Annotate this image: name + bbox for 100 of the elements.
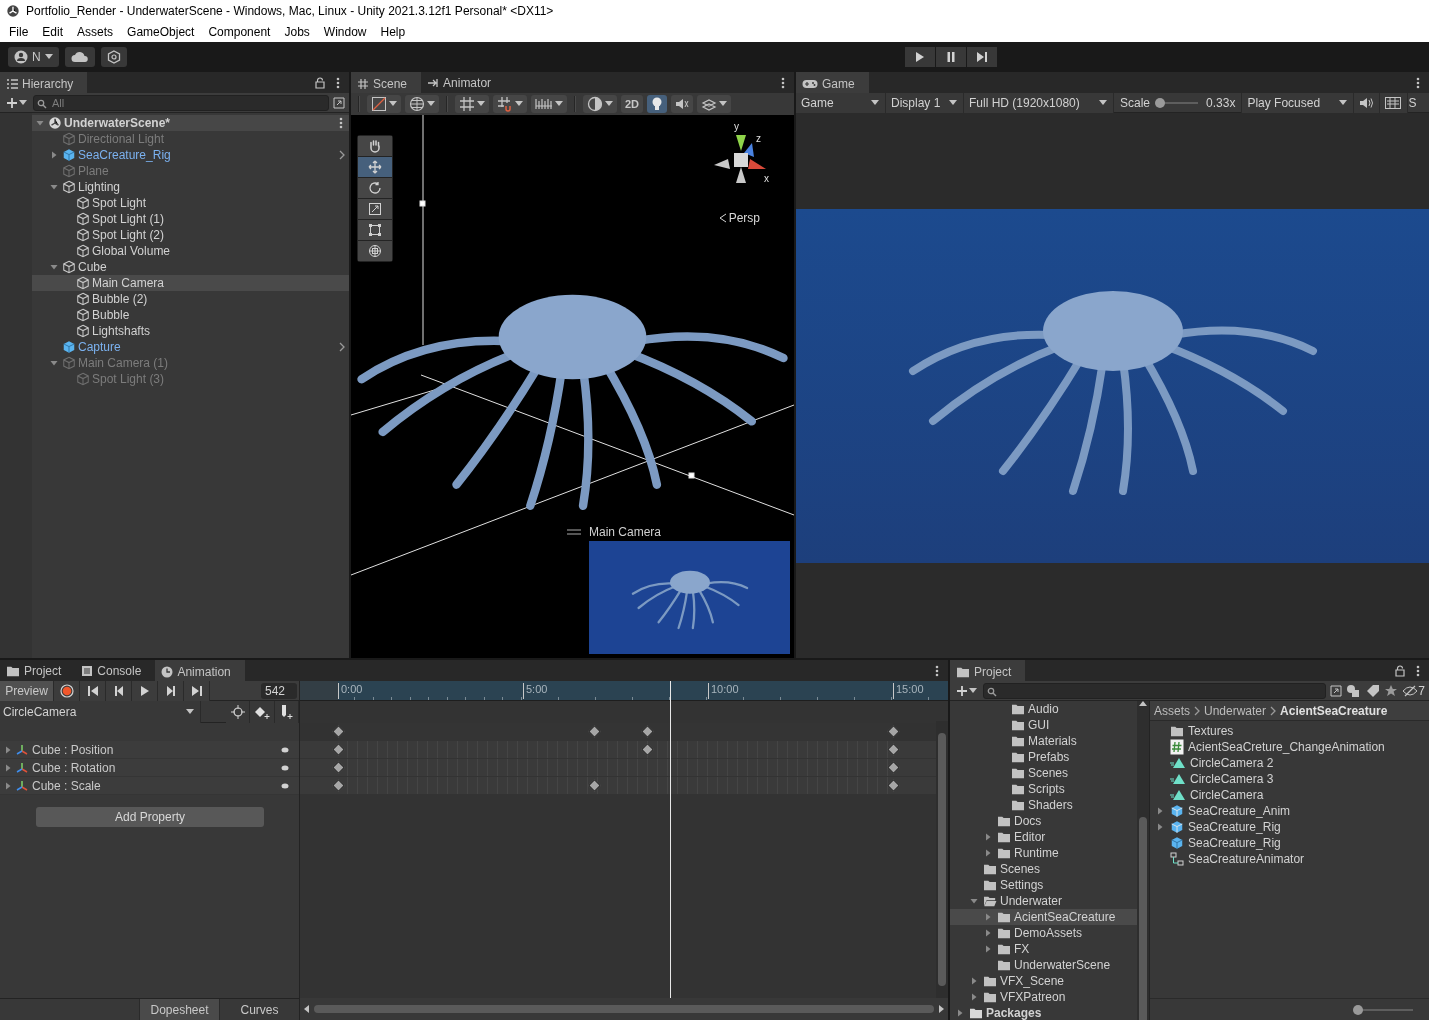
playhead-line[interactable] <box>669 681 671 998</box>
record-button[interactable] <box>54 680 80 701</box>
dot-icon[interactable] <box>281 746 289 753</box>
star-icon[interactable] <box>1384 683 1399 698</box>
vertical-scrollbar[interactable] <box>936 721 948 998</box>
vertical-scrollbar[interactable] <box>1137 701 1149 1020</box>
horizontal-scrollbar[interactable] <box>314 1005 934 1013</box>
scroll-right-icon[interactable] <box>938 1005 944 1013</box>
asset-item[interactable]: Textures <box>1150 723 1429 739</box>
collab-button[interactable] <box>100 47 127 67</box>
scene-viewport[interactable]: y z x Persp Main Camera <box>351 115 794 658</box>
handle-point[interactable] <box>688 472 695 479</box>
cloud-button[interactable] <box>64 47 95 67</box>
tag-icon[interactable] <box>1366 683 1381 698</box>
menu-item[interactable]: Edit <box>35 25 71 39</box>
asset-item[interactable]: SeaCreature_Anim <box>1150 803 1429 819</box>
step-button[interactable] <box>967 47 997 67</box>
menu-item[interactable]: Jobs <box>277 25 317 39</box>
transform-tool-button[interactable] <box>358 241 392 261</box>
keyframe-marker[interactable] <box>886 779 900 792</box>
asset-item[interactable]: CircleCamera <box>1150 787 1429 803</box>
pause-button[interactable] <box>936 47 966 67</box>
folder-tree-item[interactable]: Prefabs <box>950 749 1137 765</box>
account-dropdown[interactable]: N <box>8 47 59 67</box>
keyframe-marker[interactable] <box>331 779 345 792</box>
rotate-tool-button[interactable] <box>358 178 392 198</box>
popout-icon[interactable] <box>1330 684 1343 697</box>
resolution-dropdown[interactable]: Full HD (1920x1080) <box>964 92 1114 113</box>
dot-icon[interactable] <box>281 782 289 789</box>
hierarchy-item[interactable]: Cube <box>32 259 349 275</box>
panel-tab[interactable]: Project <box>0 660 76 681</box>
hidden-packages-toggle[interactable]: 7 <box>1402 683 1425 698</box>
chevron-right-icon[interactable] <box>339 342 345 352</box>
folder-tree-item[interactable]: Settings <box>950 877 1137 893</box>
panel-tab[interactable]: Animator <box>421 72 506 93</box>
folder-tree-item[interactable]: Materials <box>950 733 1137 749</box>
asset-item[interactable]: AcientSeaCreture_ChangeAnimation <box>1150 739 1429 755</box>
stats-button[interactable] <box>1380 92 1409 113</box>
keyframe-marker[interactable] <box>640 743 654 756</box>
scroll-left-icon[interactable] <box>304 1005 310 1013</box>
asset-item[interactable]: CircleCamera 3 <box>1150 771 1429 787</box>
frame-field[interactable]: 542 <box>261 682 297 699</box>
hierarchy-item[interactable]: Bubble <box>32 307 349 323</box>
hierarchy-item[interactable]: Spot Light (2) <box>32 227 349 243</box>
hierarchy-item[interactable]: Bubble (2) <box>32 291 349 307</box>
hierarchy-item[interactable]: Lighting <box>32 179 349 195</box>
icon-size-slider[interactable] <box>1355 1004 1413 1015</box>
scene-row[interactable]: UnderwaterScene* <box>32 115 349 131</box>
move-tool-button[interactable] <box>358 157 392 177</box>
snap-dropdown[interactable] <box>493 95 527 113</box>
shading-dropdown[interactable] <box>583 95 617 113</box>
asset-item[interactable]: SeaCreatureAnimator <box>1150 851 1429 867</box>
dopesheet-timeline[interactable]: 0:00 5:00 10:00 15:00 <box>300 681 948 1020</box>
property-row[interactable]: Cube : Rotation <box>0 759 299 777</box>
hierarchy-item[interactable]: Global Volume <box>32 243 349 259</box>
hierarchy-tab[interactable]: Hierarchy <box>0 72 88 93</box>
breadcrumb-link[interactable]: Underwater <box>1204 703 1267 718</box>
last-key-button[interactable] <box>184 680 210 701</box>
preview-button[interactable]: Preview <box>0 680 54 701</box>
effects-dropdown[interactable] <box>697 95 732 113</box>
time-ruler[interactable]: 0:00 5:00 10:00 15:00 <box>300 681 948 701</box>
lighting-toggle[interactable] <box>647 95 668 113</box>
asset-item[interactable]: CircleCamera 2 <box>1150 755 1429 771</box>
folder-tree-item[interactable]: Runtime <box>950 845 1137 861</box>
projection-toggle[interactable]: Persp <box>718 211 760 225</box>
more-icon[interactable] <box>339 117 343 129</box>
add-property-button[interactable]: Add Property <box>36 807 264 827</box>
folder-tree-item[interactable]: Packages <box>950 1005 1137 1020</box>
view-mode-tab[interactable]: Dopesheet <box>139 999 219 1020</box>
gizmo-space-dropdown[interactable] <box>405 95 439 113</box>
scale-slider[interactable] <box>1158 97 1199 108</box>
folder-tree-item[interactable]: Docs <box>950 813 1137 829</box>
asset-item[interactable]: SeaCreature_Rig <box>1150 819 1429 835</box>
clip-dropdown[interactable]: CircleCamera <box>0 700 201 723</box>
hierarchy-item[interactable]: Spot Light (1) <box>32 211 349 227</box>
scale-tool-button[interactable] <box>358 199 392 219</box>
menu-item[interactable]: Assets <box>70 25 121 39</box>
menu-item[interactable]: File <box>2 25 36 39</box>
panel-tab[interactable]: Game <box>796 72 869 93</box>
add-keyframe-button[interactable] <box>250 700 275 723</box>
play-button[interactable] <box>132 680 158 701</box>
increment-dropdown[interactable] <box>531 95 567 113</box>
keyframe-marker[interactable] <box>886 743 900 756</box>
hierarchy-item[interactable]: SeaCreature_Rig <box>32 147 349 163</box>
dot-icon[interactable] <box>281 764 289 771</box>
panel-tab[interactable]: Project <box>950 660 1026 681</box>
panel-tab[interactable]: Animation <box>155 660 245 681</box>
search-field[interactable] <box>983 682 1327 699</box>
keyframe-marker[interactable] <box>331 743 345 756</box>
display-dropdown[interactable]: Display 1 <box>886 92 964 113</box>
grid-snap-dropdown[interactable] <box>455 95 489 113</box>
handle-point[interactable] <box>419 200 426 207</box>
play-button[interactable] <box>905 47 935 67</box>
menu-item[interactable]: Window <box>316 25 374 39</box>
hierarchy-item[interactable]: Spot Light <box>32 195 349 211</box>
asset-item[interactable]: SeaCreature_Rig <box>1150 835 1429 851</box>
search-field[interactable]: All <box>33 94 329 111</box>
panel-tab[interactable]: Console <box>75 660 156 681</box>
chevron-right-icon[interactable] <box>339 150 345 160</box>
play-mode-dropdown[interactable]: Play Focused <box>1242 92 1355 113</box>
